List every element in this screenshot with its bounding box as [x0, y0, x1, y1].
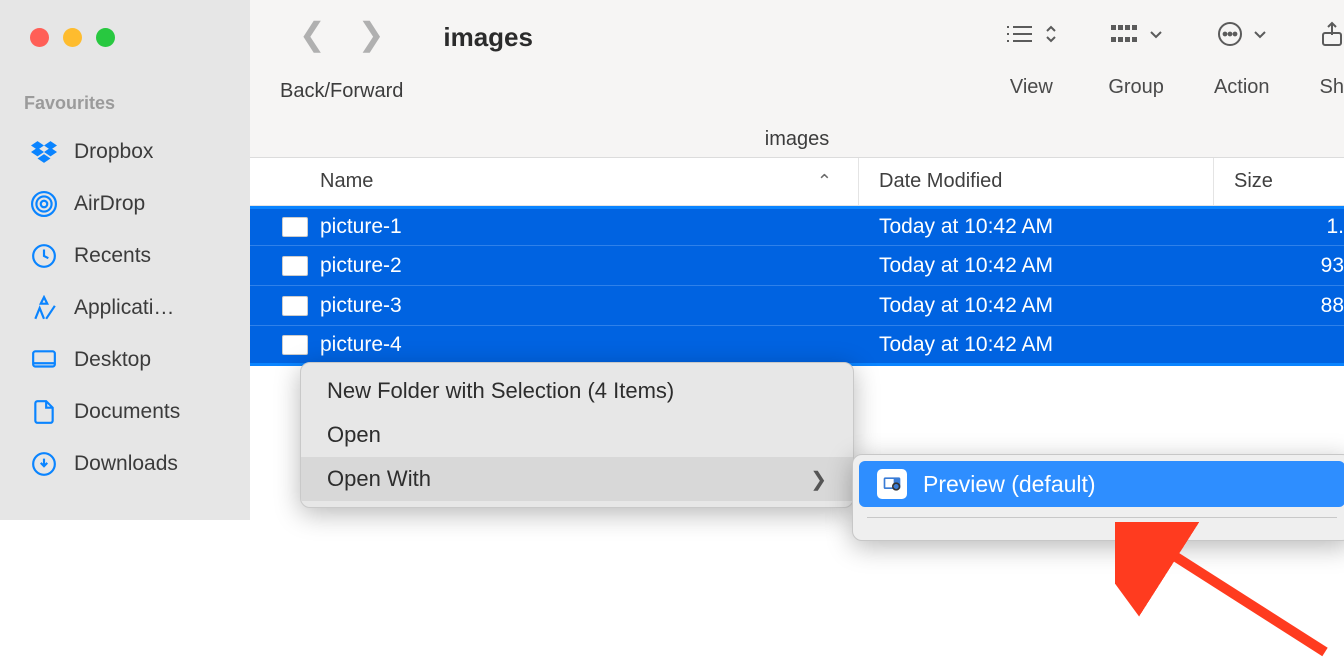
window-title: images	[443, 22, 533, 53]
file-date: Today at 10:42 AM	[859, 333, 1214, 357]
file-name: picture-3	[320, 294, 402, 318]
sidebar-item-airdrop[interactable]: AirDrop	[0, 178, 250, 230]
column-label: Date Modified	[879, 170, 1002, 193]
submenu-item-preview[interactable]: Preview (default)	[859, 461, 1344, 507]
action-button[interactable]: Action	[1214, 18, 1270, 99]
file-row[interactable]: picture-4 Today at 10:42 AM	[250, 326, 1344, 366]
open-with-submenu: Preview (default)	[852, 454, 1344, 541]
clock-icon	[30, 242, 58, 270]
sidebar-item-label: Applicati…	[74, 296, 174, 320]
file-row[interactable]: picture-3 Today at 10:42 AM 88	[250, 286, 1344, 326]
column-header-date[interactable]: Date Modified	[859, 158, 1214, 205]
image-thumbnail-icon	[282, 296, 308, 316]
finder-sidebar: Favourites Dropbox AirDrop Recents Appli…	[0, 0, 250, 520]
column-header-name[interactable]: Name ⌃	[250, 158, 859, 205]
window-controls	[0, 28, 250, 47]
share-button[interactable]: Sh	[1320, 18, 1344, 99]
file-size: 1.	[1214, 215, 1344, 239]
forward-button[interactable]: ❯	[358, 18, 385, 50]
airdrop-icon	[30, 190, 58, 218]
close-window-button[interactable]	[30, 28, 49, 47]
column-header-row: Name ⌃ Date Modified Size	[250, 158, 1344, 206]
sidebar-item-dropbox[interactable]: Dropbox	[0, 126, 250, 178]
context-menu-item-label: New Folder with Selection (4 Items)	[327, 378, 674, 404]
group-icon	[1109, 23, 1139, 45]
list-view-icon	[1004, 23, 1034, 45]
context-menu-item-new-folder[interactable]: New Folder with Selection (4 Items)	[301, 369, 853, 413]
group-button[interactable]: Group	[1108, 18, 1164, 99]
sidebar-item-label: AirDrop	[74, 192, 145, 216]
sidebar-item-label: Documents	[74, 400, 180, 424]
file-date: Today at 10:42 AM	[859, 215, 1214, 239]
ellipsis-circle-icon	[1217, 21, 1243, 47]
file-size: 88	[1214, 294, 1344, 318]
sidebar-item-label: Downloads	[74, 452, 178, 476]
document-icon	[30, 398, 58, 426]
preview-app-icon	[877, 469, 907, 499]
chevron-down-icon	[1149, 29, 1163, 39]
path-bar[interactable]: images	[765, 128, 829, 151]
up-down-icon	[1044, 24, 1058, 44]
sidebar-item-downloads[interactable]: Downloads	[0, 438, 250, 490]
sidebar-item-label: Recents	[74, 244, 151, 268]
image-thumbnail-icon	[282, 256, 308, 276]
back-forward-label: Back/Forward	[280, 80, 403, 103]
toolbar: ❮ ❯ Back/Forward images View	[250, 0, 1344, 158]
desktop-icon	[30, 346, 58, 374]
context-menu-item-label: Open With	[327, 466, 431, 492]
chevron-down-icon	[1253, 29, 1267, 39]
applications-icon	[30, 294, 58, 322]
sidebar-section-heading: Favourites	[0, 93, 250, 114]
sidebar-item-desktop[interactable]: Desktop	[0, 334, 250, 386]
chevron-right-icon: ❯	[810, 467, 827, 492]
submenu-item-label: Preview (default)	[923, 471, 1096, 498]
file-name: picture-4	[320, 333, 402, 357]
dropbox-icon	[30, 138, 58, 166]
file-row[interactable]: picture-1 Today at 10:42 AM 1.	[250, 206, 1344, 246]
file-name: picture-1	[320, 215, 402, 239]
file-date: Today at 10:42 AM	[859, 254, 1214, 278]
toolbar-button-label: View	[1010, 76, 1053, 99]
column-header-size[interactable]: Size	[1214, 158, 1344, 205]
view-button[interactable]: View	[1004, 18, 1058, 99]
sidebar-item-label: Dropbox	[74, 140, 153, 164]
back-button[interactable]: ❮	[299, 18, 326, 50]
toolbar-button-label: Group	[1108, 76, 1164, 99]
context-menu-item-open-with[interactable]: Open With ❯	[301, 457, 853, 501]
column-label: Size	[1234, 170, 1273, 193]
minimize-window-button[interactable]	[63, 28, 82, 47]
context-menu-item-open[interactable]: Open	[301, 413, 853, 457]
column-label: Name	[320, 170, 373, 193]
image-thumbnail-icon	[282, 217, 308, 237]
share-icon	[1320, 21, 1344, 47]
file-name: picture-2	[320, 254, 402, 278]
sidebar-item-documents[interactable]: Documents	[0, 386, 250, 438]
sidebar-item-applications[interactable]: Applicati…	[0, 282, 250, 334]
sort-ascending-icon: ⌃	[817, 171, 832, 192]
image-thumbnail-icon	[282, 335, 308, 355]
sidebar-item-label: Desktop	[74, 348, 151, 372]
toolbar-button-label: Sh	[1320, 76, 1344, 99]
file-list: picture-1 Today at 10:42 AM 1. picture-2…	[250, 206, 1344, 366]
download-icon	[30, 450, 58, 478]
sidebar-item-recents[interactable]: Recents	[0, 230, 250, 282]
zoom-window-button[interactable]	[96, 28, 115, 47]
context-menu: New Folder with Selection (4 Items) Open…	[300, 362, 854, 508]
context-menu-item-label: Open	[327, 422, 381, 448]
annotation-arrow	[1115, 522, 1344, 662]
toolbar-button-label: Action	[1214, 76, 1270, 99]
file-row[interactable]: picture-2 Today at 10:42 AM 93	[250, 246, 1344, 286]
submenu-separator	[867, 517, 1337, 518]
back-forward-group: ❮ ❯ Back/Forward	[280, 18, 403, 103]
file-date: Today at 10:42 AM	[859, 294, 1214, 318]
file-size: 93	[1214, 254, 1344, 278]
